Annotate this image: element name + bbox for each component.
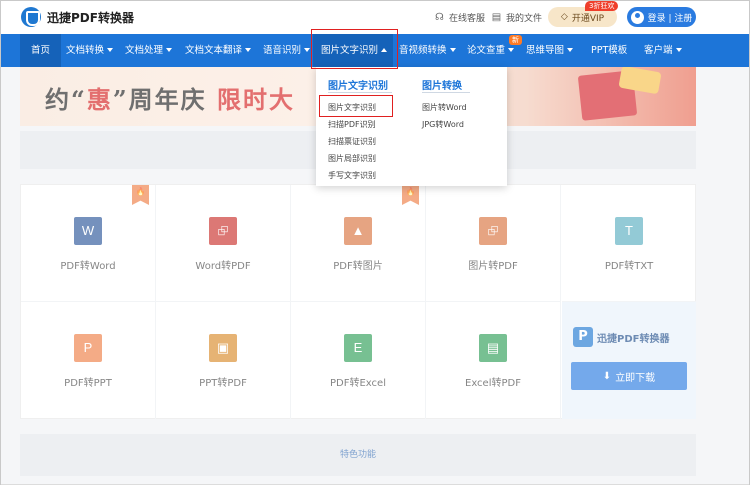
new-badge: 新 xyxy=(509,35,522,45)
chevron-down-icon xyxy=(508,48,515,52)
menu-item-partial-ocr[interactable]: 图片局部识别 xyxy=(328,150,392,167)
login-label: 登录 | 注册 xyxy=(647,13,693,24)
chevron-down-icon xyxy=(449,48,456,52)
dropdown-column-image-convert: 图片转换 图片转Word JPG转Word xyxy=(422,77,470,133)
nav-doc-process[interactable]: 文档处理 xyxy=(125,34,173,67)
dropdown-column-ocr: 图片文字识别 图片文字识别 扫描PDF识别 扫描票证识别 图片局部识别 手写文字… xyxy=(328,77,392,184)
nav-label: 论文查重 xyxy=(467,45,506,56)
dropdown-heading: 图片文字识别 xyxy=(328,77,392,93)
headset-icon: ☊ xyxy=(435,12,444,23)
diamond-icon: ◇ xyxy=(560,12,568,22)
login-button[interactable]: 登录 | 注册 xyxy=(627,7,696,27)
chevron-down-icon xyxy=(107,48,114,52)
nav-ppt-template[interactable]: PPT模板 xyxy=(591,34,627,67)
chevron-down-icon xyxy=(675,48,682,52)
my-files-label: 我的文件 xyxy=(506,14,543,24)
chevron-down-icon xyxy=(567,48,574,52)
vip-label: 开通VIP xyxy=(571,13,605,24)
dropdown-heading: 图片转换 xyxy=(422,77,470,93)
app-name: 迅捷PDF转换器 xyxy=(47,10,134,25)
nav-client[interactable]: 客户端 xyxy=(644,34,682,67)
nav-label: 文档转换 xyxy=(66,45,105,56)
menu-item-image-to-word[interactable]: 图片转Word xyxy=(422,99,470,116)
nav-home[interactable]: 首页 xyxy=(20,34,62,67)
menu-item-scan-pdf-ocr[interactable]: 扫描PDF识别 xyxy=(328,116,392,133)
highlight-menu-item-box xyxy=(319,95,393,117)
nav-doc-translate[interactable]: 文档文本翻译 xyxy=(185,34,252,67)
nav-doc-convert[interactable]: 文档转换 xyxy=(66,34,114,67)
nav-label: 语音识别 xyxy=(263,45,302,56)
highlight-nav-box xyxy=(311,29,398,69)
vip-promo-badge: 3折狂欢 xyxy=(585,1,619,11)
nav-speech[interactable]: 语音识别 xyxy=(263,34,311,67)
menu-item-receipt-ocr[interactable]: 扫描票证识别 xyxy=(328,133,392,150)
menu-item-jpg-to-word[interactable]: JPG转Word xyxy=(422,116,470,133)
chevron-down-icon xyxy=(304,48,311,52)
my-files-link[interactable]: ▤ 我的文件 xyxy=(491,11,542,24)
nav-label: 文档处理 xyxy=(125,45,164,56)
support-link[interactable]: ☊ 在线客服 xyxy=(434,11,485,24)
nav-label: 客户端 xyxy=(644,45,673,56)
nav-label: 思维导图 xyxy=(526,45,565,56)
nav-av-convert[interactable]: 音视频转换 xyxy=(399,34,456,67)
file-icon: ▤ xyxy=(491,12,502,23)
nav-label: 音视频转换 xyxy=(399,45,447,56)
image-ocr-dropdown: 图片文字识别 图片文字识别 扫描PDF识别 扫描票证识别 图片局部识别 手写文字… xyxy=(316,67,507,186)
support-label: 在线客服 xyxy=(449,14,486,24)
menu-item-handwriting-ocr[interactable]: 手写文字识别 xyxy=(328,167,392,184)
nav-mindmap[interactable]: 思维导图 xyxy=(526,34,574,67)
nav-paper-check[interactable]: 论文查重 xyxy=(467,34,515,67)
app-logo[interactable]: 迅捷PDF转换器 xyxy=(21,7,134,27)
user-icon xyxy=(630,10,644,24)
logo-icon xyxy=(21,7,41,27)
nav-home-label: 首页 xyxy=(31,45,51,56)
nav-label: PPT模板 xyxy=(591,45,628,56)
nav-label: 文档文本翻译 xyxy=(185,45,243,56)
chevron-down-icon xyxy=(166,48,173,52)
chevron-down-icon xyxy=(245,48,252,52)
